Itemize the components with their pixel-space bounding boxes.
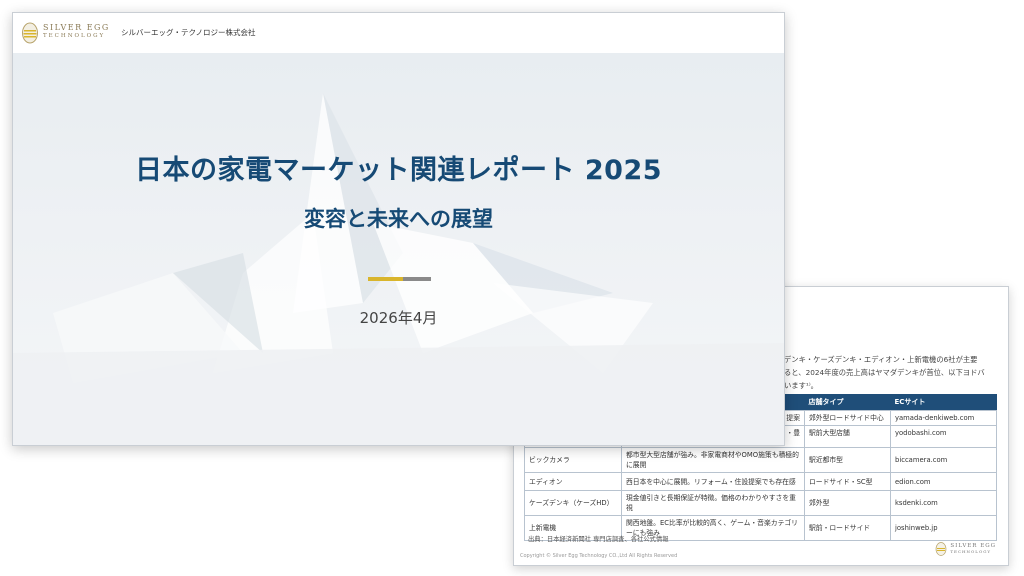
title-divider [368, 277, 431, 281]
table-cell: joshinweb.jp [890, 515, 997, 541]
slide-header: SILVER EGG TECHNOLOGY シルバーエッグ・テクノロジー株式会社 [13, 13, 784, 53]
table-cell: ケーズデンキ（ケーズHD） [524, 490, 622, 516]
silver-egg-logo-icon [22, 22, 38, 44]
table-cell: edion.com [890, 472, 997, 491]
table-header-cell: ECサイト [890, 394, 997, 411]
table-cell: ロードサイド・SC型 [804, 472, 891, 491]
table-cell: 駅前・ロードサイド [804, 515, 891, 541]
intro-line: います¹⁾。 [784, 381, 818, 390]
intro-line: ると、2024年度の売上高はヤマダデンキが首位、以下ヨドバ [784, 368, 985, 377]
table-cell: ksdenki.com [890, 490, 997, 516]
table-cell: 駅前大型店舗 [804, 425, 891, 448]
silver-egg-logo-icon [936, 542, 947, 556]
divider-gray [403, 277, 431, 281]
table-row: ビックカメラ 都市型大型店舗が強み。非家電商材やOMO施策も積極的に展開 駅近都… [524, 447, 997, 473]
divider-gold [368, 277, 403, 281]
hero-background: 日本の家電マーケット関連レポート 2025 変容と未来への展望 2026年4月 [13, 53, 784, 445]
table-cell: yodobashi.com [890, 425, 997, 448]
source-note: 出典：日本経済新聞社 専門店調査、各社公式情報 [528, 536, 669, 543]
table-row: エディオン 西日本を中心に展開。リフォーム・住設提案でも存在感 ロードサイド・S… [524, 472, 997, 491]
table-cell: 西日本を中心に展開。リフォーム・住設提案でも存在感 [621, 472, 805, 491]
slide-date: 2026年4月 [359, 309, 438, 327]
slide-subtitle: 変容と未来への展望 [304, 207, 493, 231]
back-logo: SILVER EGG TECHNOLOGY [935, 541, 996, 556]
table-cell: ビックカメラ [524, 447, 622, 473]
back-intro-text: デンキ・ケーズデンキ・エディオン・上新電機の6社が主要 ると、2024年度の売上… [784, 353, 999, 392]
table-cell: 郊外型ロードサイド中心 [804, 410, 891, 426]
table-cell: 郊外型 [804, 490, 891, 516]
table-cell: yamada-denkiweb.com [890, 410, 997, 426]
table-header-cell: 店舗タイプ [804, 394, 891, 411]
table-cell: 駅近都市型 [804, 447, 891, 473]
slide-title: 日本の家電マーケット関連レポート 2025 [134, 155, 663, 186]
table-row: ケーズデンキ（ケーズHD） 現金値引きと長期保証が特徴。価格のわかりやすさを重視… [524, 490, 997, 516]
crystal-background-image [13, 93, 784, 445]
table-cell: 都市型大型店舗が強み。非家電商材やOMO施策も積極的に展開 [621, 447, 805, 473]
copyright: Copyright © Silver Egg Technology CO.,Lt… [520, 553, 678, 559]
table-cell: エディオン [524, 472, 622, 491]
company-logo: SILVER EGG TECHNOLOGY [21, 20, 110, 44]
brand-sub: TECHNOLOGY [43, 33, 106, 39]
brand-name: SILVER EGG [950, 542, 996, 549]
table-cell: biccamera.com [890, 447, 997, 473]
brand-sub: TECHNOLOGY [950, 548, 991, 554]
title-slide: SILVER EGG TECHNOLOGY シルバーエッグ・テクノロジー株式会社… [12, 12, 785, 446]
table-cell: 現金値引きと長期保証が特徴。価格のわかりやすさを重視 [621, 490, 805, 516]
company-name: シルバーエッグ・テクノロジー株式会社 [121, 28, 256, 37]
intro-line: デンキ・ケーズデンキ・エディオン・上新電機の6社が主要 [784, 355, 978, 364]
brand-name: SILVER EGG [43, 23, 110, 32]
